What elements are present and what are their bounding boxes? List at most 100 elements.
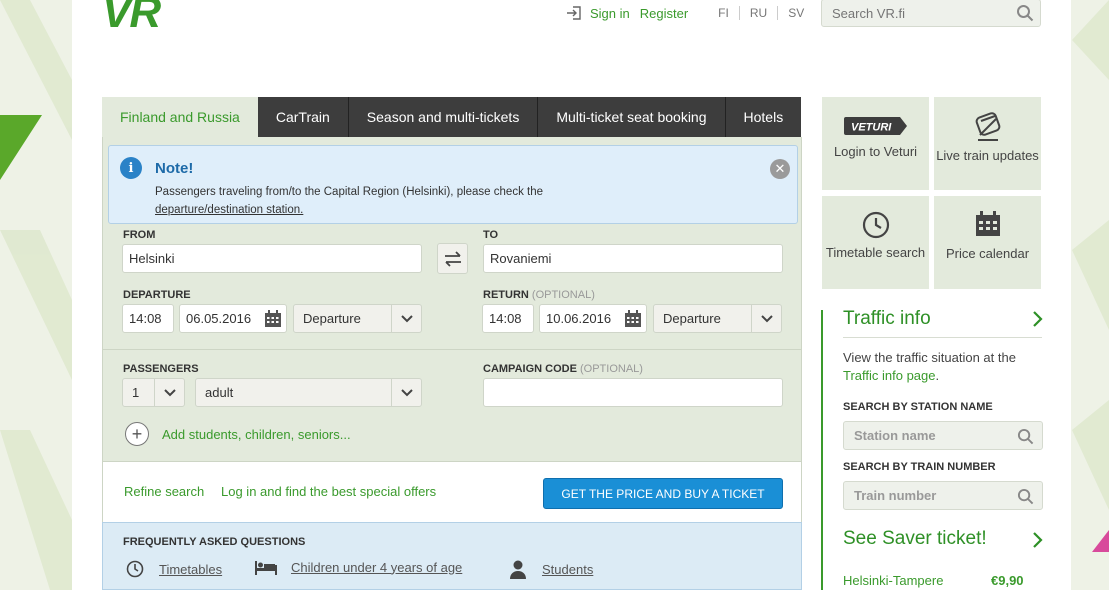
train-search-label: SEARCH BY TRAIN NUMBER xyxy=(843,461,996,473)
booking-tabs: Finland and Russia CarTrain Season and m… xyxy=(102,97,802,137)
departure-date[interactable]: 06.05.2016 xyxy=(179,304,287,333)
search-icon[interactable] xyxy=(1016,4,1034,25)
site-search xyxy=(821,0,1041,27)
chevron-down-icon xyxy=(154,379,184,406)
search-icon[interactable] xyxy=(1017,488,1034,508)
student-icon xyxy=(510,560,526,579)
return-label: RETURN (OPTIONAL) xyxy=(483,289,595,301)
lang-sv[interactable]: SV xyxy=(777,6,814,20)
lang-ru[interactable]: RU xyxy=(738,6,777,20)
traffic-info-link[interactable]: Traffic info page xyxy=(843,368,936,383)
tab-multi-ticket-seat[interactable]: Multi-ticket seat booking xyxy=(538,97,726,137)
language-switcher: FI RU SV xyxy=(708,6,814,20)
chevron-right-icon[interactable] xyxy=(1032,310,1044,333)
from-field[interactable]: Helsinki xyxy=(122,244,422,273)
veturi-logo-icon: VETURI xyxy=(843,117,907,135)
info-icon: i xyxy=(120,157,142,179)
swap-button[interactable] xyxy=(437,243,468,274)
header-links: Sign in Register FI RU SV xyxy=(566,5,814,21)
add-passengers-link[interactable]: Add students, children, seniors... xyxy=(162,427,351,442)
saver-offer-row[interactable]: Helsinki-Tampere €9,90 xyxy=(843,573,1043,588)
note-link[interactable]: departure/destination station. xyxy=(155,204,303,216)
login-offers-link[interactable]: Log in and find the best special offers xyxy=(221,484,436,499)
tab-finland-russia[interactable]: Finland and Russia xyxy=(102,97,258,137)
saver-ticket-title[interactable]: See Saver ticket! xyxy=(843,528,987,550)
station-search-field[interactable]: Station name xyxy=(843,421,1043,450)
saver-price: €9,90 xyxy=(991,573,1024,588)
calendar-icon[interactable] xyxy=(624,310,642,328)
faq-item-children[interactable]: Children under 4 years of age xyxy=(255,559,462,575)
actions-bar: Refine search Log in and find the best s… xyxy=(102,462,802,522)
campaign-label-text: CAMPAIGN CODE xyxy=(483,363,577,375)
swap-icon xyxy=(444,250,461,267)
faq-item-students[interactable]: Students xyxy=(508,559,593,579)
departure-mode-select[interactable]: Departure xyxy=(293,304,422,333)
campaign-code-field[interactable] xyxy=(483,378,783,407)
campaign-optional: (OPTIONAL) xyxy=(579,363,643,375)
get-price-button[interactable]: GET THE PRICE AND BUY A TICKET xyxy=(543,478,783,509)
campaign-label: CAMPAIGN CODE (OPTIONAL) xyxy=(483,363,643,375)
departure-time[interactable]: 14:08 xyxy=(122,304,174,333)
page-container: VR Sign in Register FI RU SV Finland and… xyxy=(72,0,1071,590)
return-mode-select[interactable]: Departure xyxy=(653,304,782,333)
close-icon[interactable]: ✕ xyxy=(770,159,790,179)
departure-date-value: 06.05.2016 xyxy=(186,311,252,326)
passenger-type-value: adult xyxy=(205,385,234,400)
passenger-count-select[interactable]: 1 xyxy=(122,378,185,407)
faq-students[interactable]: Students xyxy=(542,562,593,577)
note-banner: i Note! Passengers traveling from/to the… xyxy=(108,145,798,224)
plus-icon[interactable]: + xyxy=(125,422,149,446)
tab-season-tickets[interactable]: Season and multi-tickets xyxy=(348,97,539,137)
tile-price-calendar-label: Price calendar xyxy=(945,246,1030,261)
tile-veturi[interactable]: VETURI Login to Veturi xyxy=(822,97,929,190)
traffic-text-end: . xyxy=(935,368,940,383)
tile-live-updates-label: Live train updates xyxy=(936,148,1039,163)
add-passengers-row[interactable]: + Add students, children, seniors... xyxy=(125,422,351,446)
train-search-field[interactable]: Train number xyxy=(843,481,1043,510)
calendar-icon[interactable] xyxy=(264,310,282,328)
chevron-right-icon[interactable] xyxy=(1032,531,1044,554)
passenger-type-select[interactable]: adult xyxy=(195,378,422,407)
passenger-count-value: 1 xyxy=(132,385,140,400)
return-date-value: 10.06.2016 xyxy=(546,311,612,326)
vr-logo[interactable]: VR xyxy=(102,0,161,38)
tile-timetable-search[interactable]: Timetable search xyxy=(822,196,929,289)
timetable-icon xyxy=(126,560,144,578)
faq-item-timetables[interactable]: Timetables xyxy=(125,559,222,579)
clock-icon xyxy=(862,211,889,239)
traffic-info-title[interactable]: Traffic info xyxy=(843,308,931,330)
return-optional: (OPTIONAL) xyxy=(531,289,595,301)
chevron-down-icon xyxy=(391,305,421,332)
station-search-label: SEARCH BY STATION NAME xyxy=(843,401,993,413)
tab-cartrain[interactable]: CarTrain xyxy=(257,97,349,137)
sign-in-link[interactable]: Sign in xyxy=(590,6,630,21)
register-link[interactable]: Register xyxy=(640,6,688,21)
return-date[interactable]: 10.06.2016 xyxy=(539,304,647,333)
refine-search-link[interactable]: Refine search xyxy=(124,484,204,499)
bed-icon xyxy=(255,561,277,575)
faq-timetables[interactable]: Timetables xyxy=(159,562,222,577)
train-search-placeholder: Train number xyxy=(854,488,937,503)
tile-live-updates[interactable]: Live train updates xyxy=(934,97,1041,190)
to-field[interactable]: Rovaniemi xyxy=(483,244,783,273)
to-label: TO xyxy=(483,229,499,241)
booking-widget: Finland and Russia CarTrain Season and m… xyxy=(102,97,802,590)
tab-hotels[interactable]: Hotels xyxy=(725,97,802,137)
traffic-text-body: View the traffic situation at the xyxy=(843,350,1016,365)
note-title: Note! xyxy=(155,160,194,177)
site-search-input[interactable] xyxy=(832,5,1012,21)
return-mode-value: Departure xyxy=(663,311,721,326)
note-body: Passengers traveling from/to the Capital… xyxy=(155,186,543,198)
faq-children[interactable]: Children under 4 years of age xyxy=(291,560,462,575)
chevron-down-icon xyxy=(751,305,781,332)
departure-mode-value: Departure xyxy=(303,311,361,326)
tile-price-calendar[interactable]: Price calendar xyxy=(934,196,1041,289)
note-text: Passengers traveling from/to the Capital… xyxy=(155,183,755,219)
traffic-divider xyxy=(843,337,1042,338)
saver-route[interactable]: Helsinki-Tampere xyxy=(843,573,943,588)
faq-title: FREQUENTLY ASKED QUESTIONS xyxy=(123,536,306,548)
lang-fi[interactable]: FI xyxy=(708,6,739,20)
tile-veturi-label: Login to Veturi xyxy=(833,144,918,159)
return-time[interactable]: 14:08 xyxy=(482,304,534,333)
search-icon[interactable] xyxy=(1017,428,1034,448)
